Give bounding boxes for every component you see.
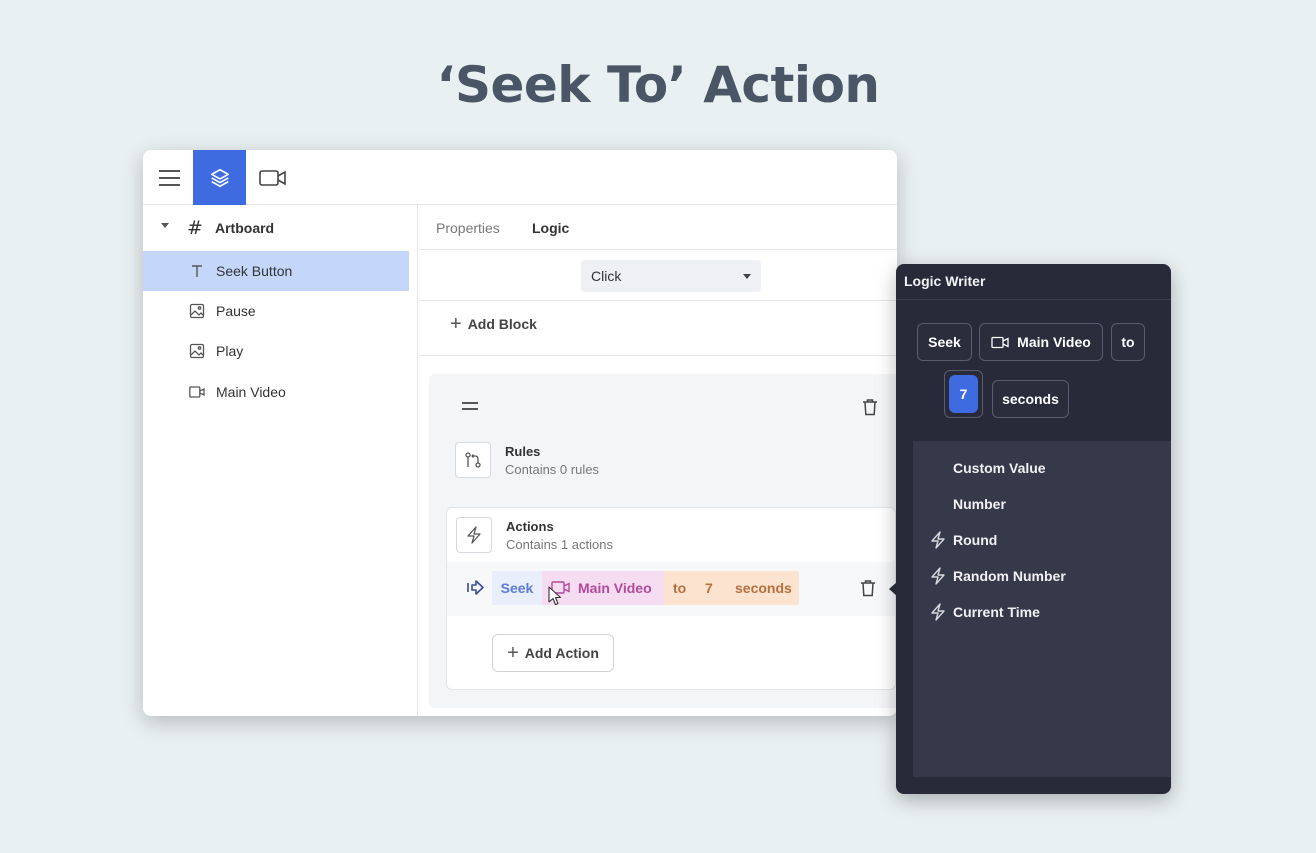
menu-item-current-time[interactable]: Current Time [931, 603, 1040, 621]
divider [896, 299, 1171, 300]
layers-panel: # Artboard Seek Button Pause Play Main V… [143, 205, 418, 716]
menu-item-random-number[interactable]: Random Number [931, 567, 1066, 585]
layer-artboard[interactable]: # Artboard [143, 205, 418, 251]
action-verb-chip[interactable]: Seek [492, 571, 542, 605]
layer-label: Pause [216, 303, 256, 319]
branch-icon [465, 452, 481, 468]
menu-item-label: Current Time [953, 604, 1040, 620]
menu-item-label: Number [953, 496, 1006, 512]
layer-item-seek-button[interactable]: Seek Button [143, 251, 409, 291]
menu-item-number[interactable]: Number [953, 496, 1006, 512]
actions-icon-box [456, 517, 492, 553]
layer-item-play[interactable]: Play [143, 331, 409, 371]
plus-icon: + [507, 642, 519, 664]
image-icon [189, 343, 205, 359]
actions-section: Actions Contains 1 actions Seek Main Vid… [446, 507, 896, 690]
logic-block: Rules Contains 0 rules Actions Contains … [429, 374, 897, 708]
add-action-button[interactable]: + Add Action [492, 634, 614, 672]
image-icon [189, 303, 205, 319]
text-icon [192, 265, 202, 277]
layer-item-pause[interactable]: Pause [143, 291, 409, 331]
trash-icon[interactable] [860, 579, 876, 597]
token-seek[interactable]: Seek [917, 323, 972, 361]
menu-item-round[interactable]: Round [931, 531, 998, 549]
rules-icon-box [455, 442, 491, 478]
actions-header[interactable]: Actions Contains 1 actions [456, 517, 886, 557]
token-main-video-label: Main Video [1017, 334, 1091, 350]
action-unit-label: seconds [735, 580, 792, 596]
layer-item-main-video[interactable]: Main Video [143, 372, 409, 412]
layer-label: Play [216, 343, 244, 359]
hamburger-menu-icon [158, 169, 180, 186]
layer-label: Seek Button [216, 263, 293, 279]
action-row[interactable]: Seek Main Video to 7 seconds [447, 562, 895, 616]
lightning-icon [931, 567, 945, 585]
video-camera-icon [189, 386, 205, 398]
trash-icon[interactable] [862, 398, 878, 416]
add-block-button[interactable]: + Add Block [450, 313, 537, 335]
token-value[interactable]: 7 [949, 375, 978, 413]
menu-button[interactable] [143, 150, 196, 205]
event-row: Click [419, 251, 897, 301]
action-value-chip[interactable]: to 7 seconds [664, 571, 799, 605]
page-title: ‘Seek To’ Action [436, 56, 880, 114]
mouse-cursor-icon [548, 586, 562, 606]
lightning-icon [931, 603, 945, 621]
editor-window: # Artboard Seek Button Pause Play Main V… [143, 150, 897, 716]
menu-item-custom-value[interactable]: Custom Value [953, 460, 1046, 476]
lightning-icon [931, 531, 945, 549]
add-block-label: Add Block [467, 316, 537, 332]
video-camera-icon [258, 169, 286, 186]
menu-item-label: Round [953, 532, 998, 548]
collapse-caret-icon[interactable] [161, 223, 169, 228]
action-to-label: to [673, 580, 687, 596]
menu-item-label: Custom Value [953, 460, 1046, 476]
top-toolbar [143, 150, 897, 205]
event-trigger-select[interactable]: Click [581, 260, 761, 292]
inspector-tabs: Properties Logic [419, 205, 897, 250]
layer-label: Main Video [216, 384, 286, 400]
actions-subtitle: Contains 1 actions [506, 537, 613, 552]
add-action-label: Add Action [524, 645, 599, 661]
token-seconds[interactable]: seconds [992, 380, 1069, 418]
tab-properties[interactable]: Properties [436, 220, 500, 236]
actions-title: Actions [506, 519, 554, 534]
chevron-down-icon [743, 274, 751, 279]
layers-tab-button[interactable] [193, 150, 246, 205]
hash-icon: # [187, 217, 203, 239]
rules-title: Rules [505, 444, 541, 459]
token-value-slot[interactable]: 7 [944, 370, 983, 418]
video-camera-icon [991, 336, 1009, 348]
lightning-icon [467, 526, 481, 544]
drag-handle-icon[interactable] [462, 402, 478, 414]
event-trigger-value: Click [591, 268, 622, 284]
token-to[interactable]: to [1111, 323, 1145, 361]
rules-subtitle: Contains 0 rules [505, 462, 599, 477]
layers-icon [210, 168, 229, 187]
tab-logic[interactable]: Logic [532, 220, 569, 236]
inspector-panel: Properties Logic Click + Add Block Rules… [419, 205, 897, 716]
value-options-menu: Custom Value Number Round Random Number … [913, 441, 1171, 777]
add-block-row: + Add Block [419, 302, 897, 356]
menu-item-label: Random Number [953, 568, 1066, 584]
action-value-label: 7 [705, 580, 713, 596]
layer-label: Artboard [215, 220, 275, 236]
action-target-label: Main Video [578, 580, 652, 596]
rules-section[interactable]: Rules Contains 0 rules [455, 442, 895, 482]
plus-icon: + [450, 313, 462, 335]
arrow-enter-icon [467, 580, 484, 595]
token-main-video[interactable]: Main Video [979, 323, 1103, 361]
logic-writer-title: Logic Writer [904, 273, 986, 289]
video-tab-button[interactable] [246, 150, 299, 205]
logic-writer-panel: Logic Writer Seek Main Video to 7 second… [896, 264, 1171, 794]
